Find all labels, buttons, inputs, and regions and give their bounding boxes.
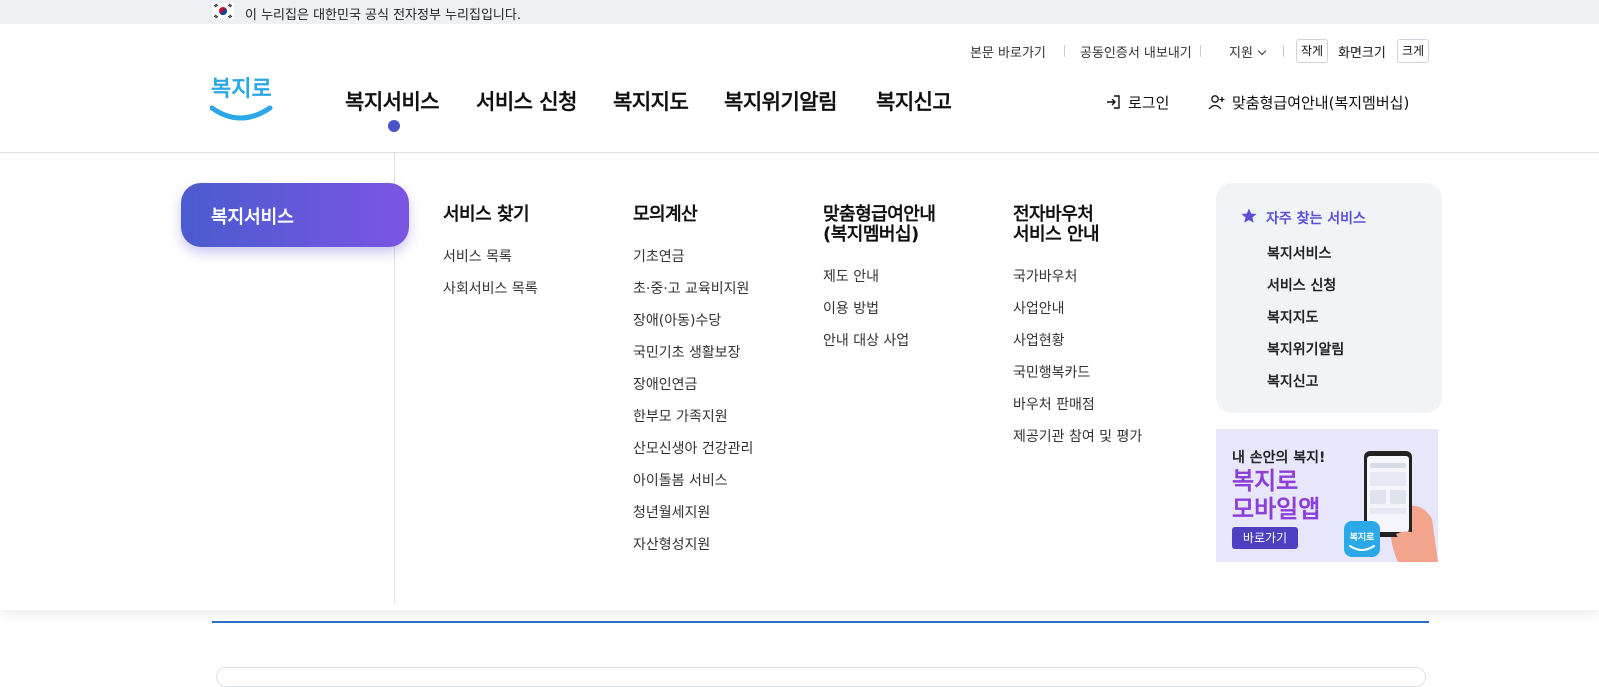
content-box xyxy=(216,667,1426,687)
gnb-service-apply[interactable]: 서비스 신청 xyxy=(476,86,577,116)
favorite-item[interactable]: 복지신고 xyxy=(1267,372,1344,404)
menu-item[interactable]: 이용 방법 xyxy=(823,299,935,331)
gov-banner-text[interactable]: 이 누리집은 대한민국 공식 전자정부 누리집입니다. xyxy=(245,4,521,23)
phone-in-hand-illustration: 복지로 xyxy=(1344,451,1438,562)
gnb-welfare-report[interactable]: 복지신고 xyxy=(876,86,952,116)
menu-item-service-list[interactable]: 서비스 목록 xyxy=(443,247,538,279)
menu-item[interactable]: 아이돌봄 서비스 xyxy=(633,471,753,503)
menu-item[interactable]: 기초연금 xyxy=(633,247,753,279)
menu-item[interactable]: 초·중·고 교육비지원 xyxy=(633,279,753,311)
support-label: 지원 xyxy=(1229,46,1253,61)
menu-item[interactable]: 국가바우처 xyxy=(1013,267,1142,299)
screen-size-label: 화면크기 xyxy=(1338,46,1386,61)
active-category-pill[interactable]: 복지서비스 xyxy=(181,183,409,247)
login-link[interactable]: 로그인 xyxy=(1128,92,1169,113)
gnb-welfare-service[interactable]: 복지서비스 xyxy=(345,86,440,116)
chevron-down-icon xyxy=(1257,46,1267,56)
app-banner-title: 복지로 xyxy=(1232,467,1299,495)
menu-item[interactable]: 장애(아동)수당 xyxy=(633,311,753,343)
column-title[interactable]: 맞춤형급여안내 (복지멤버십) xyxy=(823,204,936,245)
utility-divider xyxy=(1200,45,1201,57)
logo-text: 복지로 xyxy=(211,77,272,102)
column-title[interactable]: 전자바우처 서비스 안내 xyxy=(1013,205,1142,245)
app-icon-text: 복지로 xyxy=(1350,531,1376,543)
app-banner-subtitle: 모바일앱 xyxy=(1232,495,1321,523)
korea-flag-icon xyxy=(212,3,234,19)
column-title[interactable]: 모의계산 xyxy=(633,205,753,225)
active-category-label: 복지서비스 xyxy=(211,207,294,228)
gnb-welfare-map[interactable]: 복지지도 xyxy=(613,86,689,116)
menu-item[interactable]: 안내 대상 사업 xyxy=(823,331,935,363)
favorite-item[interactable]: 복지지도 xyxy=(1267,308,1344,340)
column-title-line2: 서비스 안내 xyxy=(1013,224,1100,245)
menu-column-mock-calc: 모의계산 기초연금 초·중·고 교육비지원 장애(아동)수당 국민기초 생활보장… xyxy=(633,205,753,567)
favorite-services-title: 자주 찾는 서비스 xyxy=(1266,211,1366,227)
active-menu-indicator xyxy=(388,120,400,132)
menu-item[interactable]: 사업현황 xyxy=(1013,331,1142,363)
menu-column-service-search: 서비스 찾기 서비스 목록 사회서비스 목록 xyxy=(443,205,538,311)
column-title-line1: 전자바우처 xyxy=(1013,204,1094,225)
menu-item[interactable]: 한부모 가족지원 xyxy=(633,407,753,439)
column-title[interactable]: 서비스 찾기 xyxy=(443,205,538,225)
menu-item[interactable]: 제공기관 참여 및 평가 xyxy=(1013,427,1142,459)
menu-item[interactable]: 산모신생아 건강관리 xyxy=(633,439,753,471)
menu-item[interactable]: 바우처 판매점 xyxy=(1013,395,1142,427)
utility-divider xyxy=(1064,45,1065,57)
column-title-line1: 맞춤형급여안내 xyxy=(823,204,936,225)
menu-column-membership: 맞춤형급여안내 (복지멤버십) 제도 안내 이용 방법 안내 대상 사업 xyxy=(823,204,936,363)
cert-export-link[interactable]: 공동인증서 내보내기 xyxy=(1080,42,1192,61)
font-large-button[interactable]: 크게 xyxy=(1397,39,1429,63)
menu-item[interactable]: 청년월세지원 xyxy=(633,503,753,535)
menu-item-social-service-list[interactable]: 사회서비스 목록 xyxy=(443,279,538,311)
menu-column-voucher: 전자바우처 서비스 안내 국가바우처 사업안내 사업현황 국민행복카드 바우처 … xyxy=(1013,205,1142,459)
skip-to-content-link[interactable]: 본문 바로가기 xyxy=(970,42,1046,61)
mobile-app-banner[interactable]: 내 손안의 복지! 복지로 모바일앱 바로가기 복지로 xyxy=(1216,429,1438,562)
favorite-services-list: 복지서비스 서비스 신청 복지지도 복지위기알림 복지신고 xyxy=(1267,244,1344,404)
menu-item[interactable]: 제도 안내 xyxy=(823,267,935,299)
membership-link[interactable]: 맞춤형급여안내(복지멤버십) xyxy=(1232,92,1409,113)
menu-item[interactable]: 국민기초 생활보장 xyxy=(633,343,753,375)
bokjiro-logo[interactable]: 복지로 xyxy=(210,70,274,126)
support-dropdown[interactable]: 지원 xyxy=(1229,42,1267,61)
menu-item[interactable]: 국민행복카드 xyxy=(1013,363,1142,395)
gnb-welfare-crisis-alert[interactable]: 복지위기알림 xyxy=(724,86,837,116)
app-banner-tagline: 내 손안의 복지! xyxy=(1232,450,1326,466)
favorite-item[interactable]: 서비스 신청 xyxy=(1267,276,1344,308)
menu-item[interactable]: 장애인연금 xyxy=(633,375,753,407)
content-top-rule xyxy=(212,621,1429,623)
app-banner-go-button[interactable]: 바로가기 xyxy=(1232,527,1298,549)
column-title-line2: (복지멤버십) xyxy=(823,224,919,245)
login-icon xyxy=(1107,95,1120,109)
menu-item[interactable]: 사업안내 xyxy=(1013,299,1142,331)
star-icon xyxy=(1241,208,1257,223)
favorite-item[interactable]: 복지서비스 xyxy=(1267,244,1344,276)
user-add-icon xyxy=(1208,95,1225,110)
menu-item[interactable]: 자산형성지원 xyxy=(633,535,753,567)
gov-banner: 이 누리집은 대한민국 공식 전자정부 누리집입니다. xyxy=(0,0,1599,24)
utility-divider xyxy=(1283,45,1284,57)
favorite-item[interactable]: 복지위기알림 xyxy=(1267,340,1344,372)
font-small-button[interactable]: 작게 xyxy=(1296,39,1328,63)
